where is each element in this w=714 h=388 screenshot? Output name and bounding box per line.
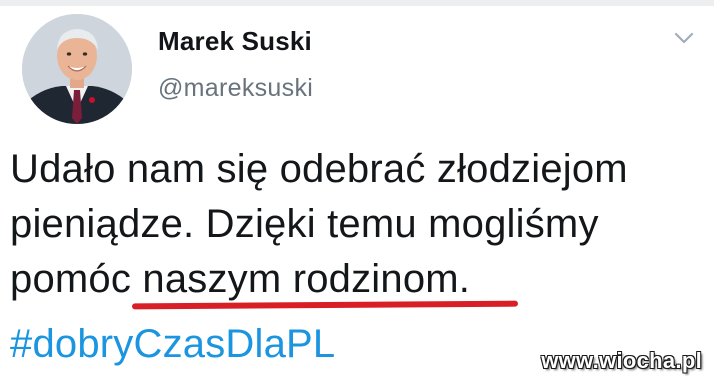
tweet-text-line: pomóc naszym rodzinom.: [10, 257, 471, 301]
tweet-text-line: pieniądze. Dzięki temu mogliśmy: [10, 202, 599, 246]
chevron-down-icon[interactable]: [672, 28, 696, 48]
tweet-text: Udało nam się odebrać złodziejom pieniąd…: [10, 142, 700, 307]
author-handle[interactable]: @mareksuski: [158, 74, 313, 103]
profile-photo: [22, 14, 132, 124]
top-divider: [0, 0, 714, 6]
author-name[interactable]: Marek Suski: [158, 26, 312, 57]
tweet-card: Marek Suski @mareksuski Udało nam się od…: [0, 0, 714, 388]
hashtag-link[interactable]: #dobryCzasDlaPL: [10, 322, 335, 367]
watermark: www.wiocha.pl: [541, 348, 702, 373]
avatar[interactable]: [22, 14, 132, 124]
tweet-text-line: Udało nam się odebrać złodziejom: [10, 147, 628, 191]
red-underline-annotation: [131, 300, 519, 310]
